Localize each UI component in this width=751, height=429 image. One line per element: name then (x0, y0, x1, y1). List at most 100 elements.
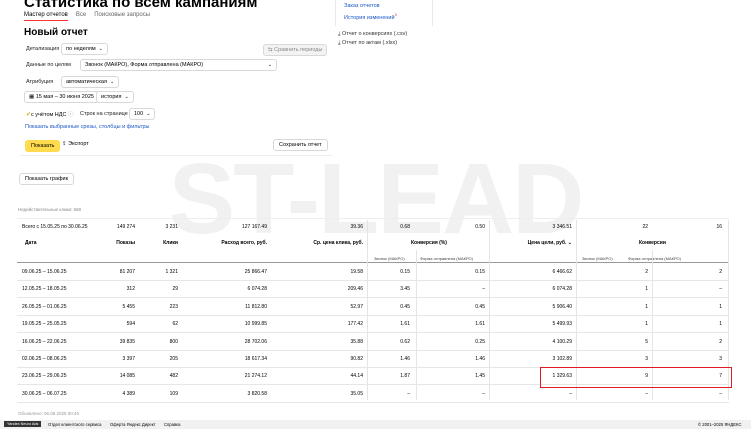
cell-conv1: 1.61 (400, 321, 410, 328)
show-button[interactable]: Показать (25, 140, 61, 152)
tab-search-queries[interactable]: Поисковые запросы (94, 12, 150, 21)
history-link[interactable]: История изменений5 (344, 12, 397, 21)
history-select-value: история (101, 94, 122, 100)
total-label: Всего с 15.05.25 по 30.06.25 (22, 224, 88, 230)
total-clicks: 3 231 (165, 224, 178, 230)
calendar-icon: ▦ (29, 94, 35, 100)
cell-date: 02.06.25 – 08.06.25 (22, 356, 67, 362)
history-select[interactable]: история ⌄ (96, 91, 134, 103)
cell-cnt1: 2 (645, 269, 648, 275)
invalid-clicks: Недействительные клики: 568 (18, 207, 81, 212)
detail-label: Детализация (26, 46, 60, 52)
cell-conv2: 0.25 (475, 338, 485, 345)
cell-spend: 25 866.47 (244, 269, 267, 275)
cell-shows: 81 207 (119, 269, 135, 275)
period-value: 15 мая – 30 июня 2025 (35, 94, 94, 100)
col-clicks[interactable]: Клики (143, 240, 178, 246)
col-cpa-label: Цена цели, руб. (527, 240, 567, 246)
cell-cpa: 5 499.93 (552, 321, 572, 328)
cell-conv2: 0.15 (475, 269, 485, 275)
divider (17, 218, 729, 219)
cell-shows: 594 (126, 321, 135, 328)
chevron-down-icon: ⌄ (146, 111, 151, 117)
history-link-label: История изменений (344, 14, 395, 21)
cell-date: 16.06.25 – 22.06.25 (22, 338, 67, 345)
cell-conv2: – (482, 390, 485, 397)
download-conversions[interactable]: ⤓ Отчет о конверсиях (.csv) (338, 31, 407, 38)
cell-conv1: 0.15 (400, 269, 410, 275)
col-cpc[interactable]: Ср. цена клика, руб. (283, 240, 363, 246)
show-slices-link[interactable]: Показать выбранные срезы, столбцы и филь… (25, 124, 149, 130)
divider (416, 250, 417, 400)
compare-periods-label: Сравнить периоды (274, 47, 323, 53)
rows-per-page-select[interactable]: 100 ⌄ (129, 108, 156, 120)
col-cpa[interactable]: Цена цели, руб. ⌄ (500, 240, 572, 246)
total-cpa: 3 346.51 (552, 224, 572, 230)
cell-conv1: 0.62 (400, 338, 410, 345)
goals-select[interactable]: Звонок (МАКРО), Форма отправлена (МАКРО)… (80, 59, 277, 71)
orders-link[interactable]: Заказ отчетов (344, 3, 380, 9)
download-icon: ⤓ (338, 31, 341, 37)
col-shows[interactable]: Показы (100, 240, 135, 246)
vat-label: с учётом НДС (31, 112, 67, 118)
download-acts[interactable]: ⤓ Отчет по актам (.xlsx) (338, 40, 397, 47)
cell-cpc: 52.97 (350, 303, 363, 310)
row-divider (17, 314, 729, 316)
total-conv2: 0.50 (475, 224, 485, 230)
cell-clicks: 109 (169, 390, 178, 397)
cell-spend: 21 274.12 (244, 373, 267, 380)
cell-cnt1: 5 (645, 338, 648, 345)
cell-date: 30.06.25 – 06.07.25 (22, 390, 67, 397)
cell-cnt1: 3 (645, 356, 648, 362)
cell-conv2: – (482, 286, 485, 293)
cell-cpa: 4 100.29 (552, 338, 572, 345)
footer-link-offer[interactable]: Оферта Яндекс Директ (110, 422, 156, 427)
vat-checkbox[interactable]: ✔с учётом НДС ⓘ (26, 110, 74, 118)
cell-cpc: 35.88 (350, 338, 363, 345)
cell-conv2: 1.61 (475, 321, 485, 328)
tab-master-reports[interactable]: Мастер отчетов (24, 12, 68, 21)
header-divider (17, 262, 729, 263)
cell-cnt1: 1 (645, 286, 648, 293)
export-button[interactable]: ⇪ Экспорт (62, 141, 89, 147)
detail-select[interactable]: по неделям ⌄ (61, 43, 108, 55)
footer-copyright: © 2001–2025 ЯНДЕКС (698, 422, 742, 427)
cell-cpc: 177.42 (347, 321, 363, 328)
tabs-bar: Мастер отчетов Все Поисковые запросы (24, 12, 150, 21)
period-picker[interactable]: ▦ 15 мая – 30 июня 2025 (24, 91, 99, 103)
show-chart-button[interactable]: Показать график (19, 173, 75, 185)
page-title: Статистика по всем кампаниям (24, 0, 258, 11)
tab-all[interactable]: Все (76, 12, 86, 21)
attribution-select-value: автоматическая (66, 79, 107, 85)
cell-spend: 3 820.58 (247, 390, 267, 397)
updated-time: Обновлено: 06.08.2025 00:45 (18, 411, 80, 416)
footer-link-help[interactable]: Справка (164, 422, 180, 427)
cell-cnt2: 1 (719, 321, 722, 328)
cell-cpc: 35.05 (350, 390, 363, 397)
cell-clicks: 223 (169, 303, 178, 310)
col-spend[interactable]: Расход всего, руб. (190, 240, 267, 246)
cell-cnt1: – (645, 390, 648, 397)
col-date[interactable]: Дата (25, 240, 37, 246)
footer-link-support[interactable]: Отдел клиентского сервиса (48, 422, 101, 427)
col-conversion[interactable]: Конверсия (%) (411, 240, 447, 246)
total-cnt1: 22 (642, 224, 648, 230)
chevron-down-icon: ⌄ (109, 79, 115, 85)
compare-periods-button[interactable]: ⇆ Сравнить периоды (263, 44, 328, 56)
total-conv1: 0.68 (400, 224, 410, 230)
cell-spend: 10 999.85 (244, 321, 267, 328)
cell-cpc: 90.82 (350, 356, 363, 362)
cell-shows: 39 835 (119, 338, 135, 345)
sub-call-2: Звонок (МАКРО) (582, 256, 613, 261)
col-conversions[interactable]: Конверсии (639, 240, 666, 246)
cell-clicks: 62 (172, 321, 178, 328)
cell-shows: 3 397 (122, 356, 135, 362)
save-report-button[interactable]: Сохранить отчет (273, 139, 328, 151)
attribution-select[interactable]: автоматическая ⌄ (61, 76, 120, 88)
cell-cpa: 6 466.62 (552, 269, 572, 275)
cell-shows: 14 085 (119, 373, 135, 380)
rows-per-page-value: 100 (134, 111, 144, 117)
cell-cpa: 3 102.89 (552, 356, 572, 362)
highlight-box (540, 367, 732, 388)
cell-cnt1: 1 (645, 303, 648, 310)
